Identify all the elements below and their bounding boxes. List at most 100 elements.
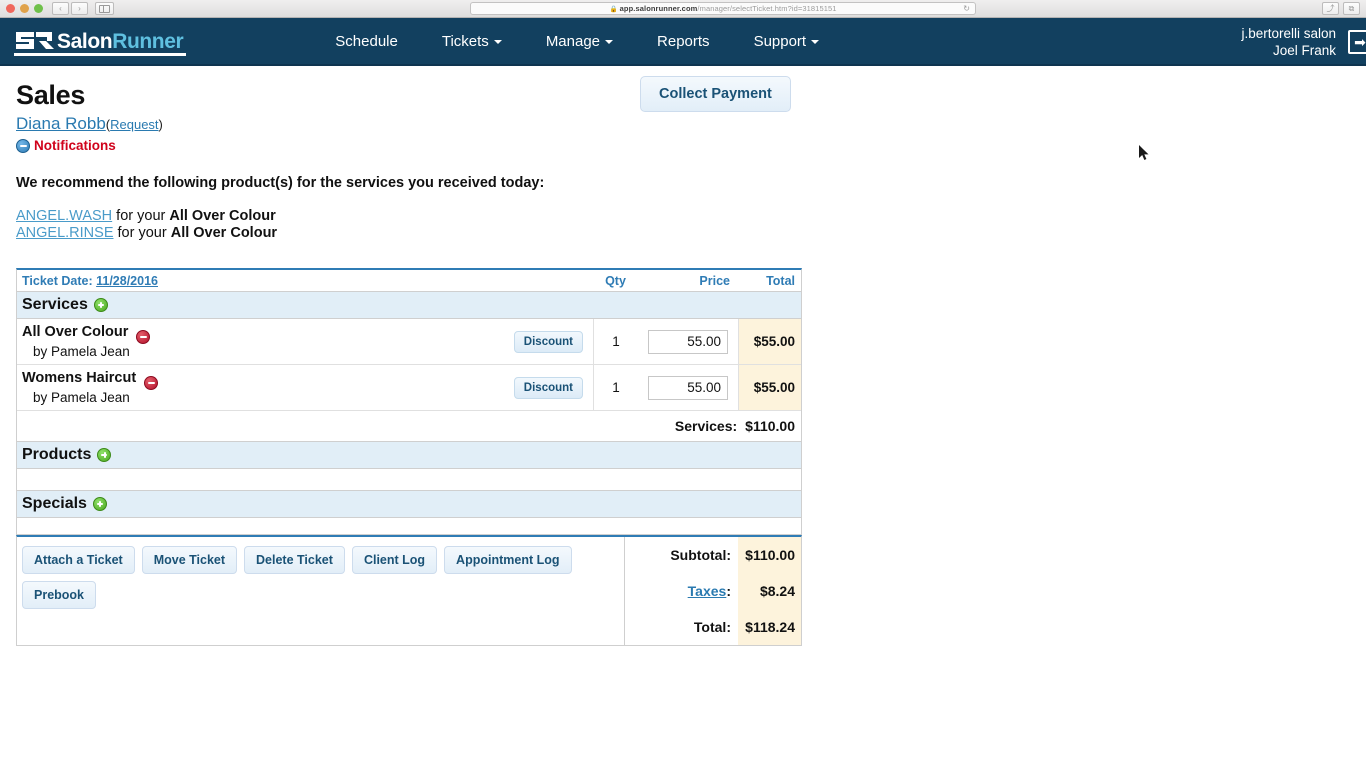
nav-item-schedule[interactable]: Schedule	[313, 27, 420, 56]
logo-wordmark: SalonRunner	[57, 30, 184, 54]
nav-item-manage[interactable]: Manage	[524, 27, 635, 56]
client-log-button[interactable]: Client Log	[351, 546, 438, 574]
ticket-date-cell: Ticket Date: 11/28/2016	[17, 274, 593, 288]
nav-item-support[interactable]: Support	[732, 27, 842, 56]
user-info: j.bertorelli salon Joel Frank	[1241, 25, 1336, 59]
column-header-total: Total	[766, 273, 795, 288]
ticket-table: Ticket Date: 11/28/2016 Qty Price Total …	[16, 268, 802, 535]
section-title-specials: Specials	[22, 495, 87, 512]
share-icon: ⤴	[1326, 3, 1335, 13]
service-total: $55.00	[738, 365, 801, 410]
service-qty: 1	[593, 365, 638, 410]
chevron-down-icon	[811, 39, 820, 44]
connector-text: for your	[113, 225, 171, 241]
service-name: All Over Colour	[22, 324, 514, 344]
nav-label-tickets: Tickets	[441, 32, 489, 50]
discount-button[interactable]: Discount	[513, 376, 583, 399]
recommended-products-list: ANGEL.WASH for your All Over Colour ANGE…	[16, 208, 1350, 242]
sidebar-toggle-button[interactable]	[95, 2, 114, 15]
move-ticket-button[interactable]: Move Ticket	[141, 546, 238, 574]
notifications-row[interactable]: Notifications	[16, 138, 1350, 153]
collect-payment-button[interactable]: Collect Payment	[640, 76, 791, 112]
total-label: Total:	[693, 619, 731, 635]
minimize-window-icon[interactable]	[20, 4, 29, 13]
salonrunner-logo[interactable]: SalonRunner	[14, 28, 186, 56]
nav-item-reports[interactable]: Reports	[635, 27, 732, 56]
salon-name: j.bertorelli salon	[1241, 26, 1336, 41]
nav-label-schedule: Schedule	[335, 32, 398, 50]
service-item-details: Womens Haircut by Pamela Jean	[17, 365, 514, 410]
price-input[interactable]	[648, 375, 728, 400]
lock-icon: 🔒	[609, 5, 618, 13]
section-header-products: Products	[17, 442, 801, 469]
taxes-link[interactable]: Taxes	[688, 583, 727, 599]
taxes-line: Taxes: $8.24	[625, 573, 801, 609]
related-service-name: All Over Colour	[169, 208, 276, 224]
ticket-footer-panel: Attach a Ticket Move Ticket Delete Ticke…	[16, 535, 802, 646]
ticket-table-header: Ticket Date: 11/28/2016 Qty Price Total	[17, 270, 801, 292]
window-traffic-lights	[6, 4, 43, 13]
subtotal-label: Subtotal:	[670, 547, 731, 563]
section-header-specials: Specials	[17, 491, 801, 518]
discount-cell: Discount	[513, 319, 593, 364]
service-qty: 1	[593, 319, 638, 364]
url-host: app.salonrunner.com	[619, 4, 698, 13]
main-navbar: SalonRunner Schedule Tickets Manage Repo…	[0, 18, 1366, 66]
add-service-plus-icon[interactable]	[93, 298, 108, 312]
service-total: $55.00	[738, 319, 801, 364]
client-line: Diana Robb(Request)	[16, 114, 1350, 135]
action-button-bar: Attach a Ticket Move Ticket Delete Ticke…	[22, 546, 624, 609]
collapse-minus-icon[interactable]	[16, 138, 30, 153]
show-tabs-button[interactable]: ⧉	[1343, 2, 1360, 15]
remove-service-minus-icon[interactable]	[144, 376, 159, 390]
maximize-window-icon[interactable]	[34, 4, 43, 13]
client-name-link[interactable]: Diana Robb	[16, 114, 106, 133]
discount-button[interactable]: Discount	[513, 330, 583, 353]
back-button[interactable]: ‹	[52, 2, 69, 15]
nav-item-tickets[interactable]: Tickets	[420, 27, 524, 56]
reload-icon[interactable]: ↻	[963, 4, 970, 13]
request-link[interactable]: Request	[110, 117, 158, 132]
prebook-button[interactable]: Prebook	[22, 581, 97, 609]
service-name: Womens Haircut	[22, 370, 514, 390]
subtotal-value: $110.00	[738, 537, 801, 573]
paren-close: )	[158, 117, 163, 132]
chevron-down-icon	[493, 39, 502, 44]
table-row: All Over Colour by Pamela Jean Discount …	[17, 319, 801, 365]
product-link-angel-wash[interactable]: ANGEL.WASH	[16, 208, 112, 224]
add-special-plus-icon[interactable]	[92, 497, 107, 511]
share-button[interactable]: ⤴	[1322, 2, 1339, 15]
logo-salon-text: Salon	[57, 30, 113, 53]
page-content: Sales Collect Payment Diana Robb(Request…	[0, 66, 1366, 646]
appointment-log-button[interactable]: Appointment Log	[444, 546, 572, 574]
add-product-plus-icon[interactable]	[97, 448, 112, 462]
chevron-left-icon: ‹	[59, 3, 62, 13]
remove-service-minus-icon[interactable]	[136, 330, 151, 344]
taxes-value: $8.24	[738, 573, 801, 609]
section-title-services: Services	[22, 296, 88, 313]
delete-ticket-button[interactable]: Delete Ticket	[244, 546, 345, 574]
services-subtotal-label: Services:	[674, 418, 738, 434]
address-bar[interactable]: 🔒 app.salonrunner.com /manager/selectTic…	[470, 2, 976, 15]
taxes-label: Taxes:	[625, 583, 738, 599]
price-input[interactable]	[648, 329, 728, 354]
chevron-down-icon	[605, 39, 614, 44]
subtotal-line: Subtotal: $110.00	[625, 537, 801, 573]
related-service-name: All Over Colour	[170, 225, 278, 241]
tabs-icon: ⧉	[1348, 3, 1355, 13]
logout-icon[interactable]: ➡	[1348, 30, 1366, 54]
attach-ticket-button[interactable]: Attach a Ticket	[22, 546, 135, 574]
notifications-label[interactable]: Notifications	[34, 138, 116, 153]
ticket-actions: Attach a Ticket Move Ticket Delete Ticke…	[17, 537, 624, 645]
forward-button[interactable]: ›	[71, 2, 88, 15]
url-path: /manager/selectTicket.htm?id=31815151	[697, 4, 837, 13]
ticket-date-value[interactable]: 11/28/2016	[96, 274, 158, 288]
list-item: ANGEL.RINSE for your All Over Colour	[16, 225, 1350, 242]
close-window-icon[interactable]	[6, 4, 15, 13]
logout-arrow-glyph: ➡	[1354, 34, 1366, 50]
services-subtotal-value: $110.00	[745, 418, 795, 434]
nav-label-support: Support	[753, 32, 807, 50]
product-link-angel-rinse[interactable]: ANGEL.RINSE	[16, 225, 114, 241]
discount-cell: Discount	[513, 365, 593, 410]
nav-links: Schedule Tickets Manage Reports Support	[313, 27, 841, 56]
